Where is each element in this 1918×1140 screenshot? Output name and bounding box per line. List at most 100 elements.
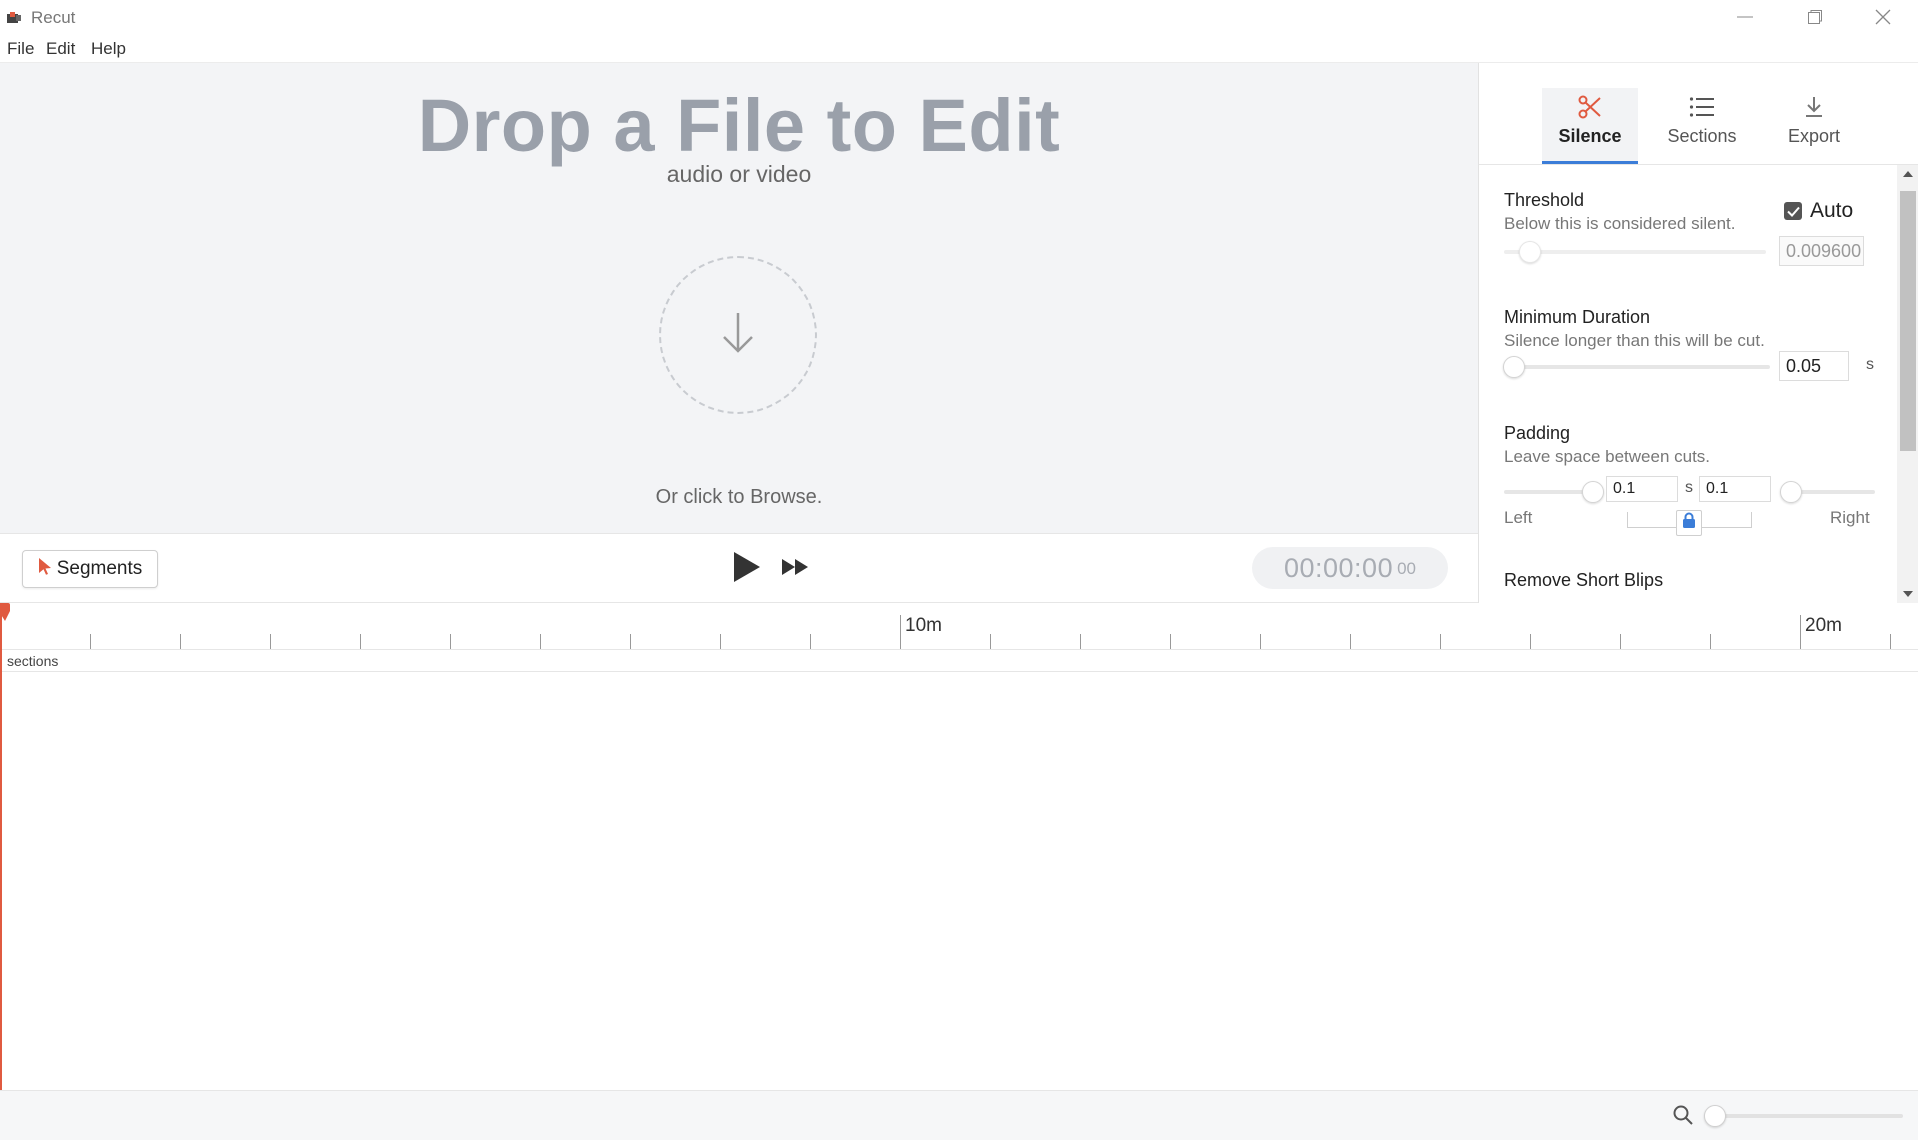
padding-right-input[interactable]: 0.1: [1699, 476, 1771, 502]
tab-export[interactable]: Export: [1766, 88, 1862, 164]
tick-label-10m: 10m: [905, 615, 942, 636]
remove-short-blips-title: Remove Short Blips: [1504, 570, 1664, 590]
scroll-down-icon[interactable]: [1902, 589, 1914, 599]
fast-forward-icon: [781, 558, 809, 581]
scissors-icon: [1577, 90, 1603, 124]
tab-silence[interactable]: Silence: [1542, 88, 1638, 164]
silence-settings: Threshold Below this is considered silen…: [1479, 165, 1897, 603]
timecode-value: 00:00:00: [1283, 552, 1394, 583]
scroll-up-icon[interactable]: [1902, 169, 1914, 179]
ruler-tick: [810, 634, 811, 649]
tab-export-label: Export: [1787, 126, 1841, 146]
threshold-input[interactable]: 0.009600: [1779, 236, 1864, 266]
ruler-tick: [1890, 634, 1891, 649]
segments-button[interactable]: Segments: [22, 550, 158, 588]
ruler-tick: [450, 634, 451, 649]
ruler-major-tick: [900, 615, 901, 649]
drop-zone[interactable]: Drop a File to Edit audio or video Or cl…: [0, 63, 1478, 533]
drop-subtitle: audio or video: [666, 161, 812, 187]
padding-left-input[interactable]: 0.1: [1606, 476, 1678, 502]
zoom-slider[interactable]: [1713, 1114, 1903, 1118]
zoom-bar: [0, 1090, 1918, 1140]
padding-left-slider-knob[interactable]: [1582, 481, 1604, 503]
zoom-slider-knob[interactable]: [1704, 1105, 1726, 1127]
timeline[interactable]: 10m 20m sections: [0, 603, 1918, 1090]
min-duration-slider[interactable]: [1504, 365, 1770, 369]
ruler-major-tick: [1800, 615, 1801, 649]
transport-bar: Segments 00:00:00 00: [0, 533, 1478, 603]
recut-logo-icon: [7, 11, 21, 23]
timeline-ruler[interactable]: 10m 20m: [0, 603, 1918, 650]
menu-file[interactable]: File: [7, 39, 34, 59]
title-bar: Recut: [0, 0, 1918, 34]
sections-track-label: sections: [7, 653, 59, 669]
ruler-tick: [1350, 634, 1351, 649]
timecode-display: 00:00:00 00: [1252, 547, 1448, 589]
threshold-title: Threshold: [1504, 190, 1585, 210]
ruler-tick: [1440, 634, 1441, 649]
threshold-slider-knob[interactable]: [1519, 241, 1541, 263]
minimize-icon: [1737, 16, 1753, 18]
ruler-tick: [1260, 634, 1261, 649]
app-title: Recut: [31, 8, 76, 27]
ruler-tick: [1530, 634, 1531, 649]
threshold-slider[interactable]: [1504, 250, 1766, 254]
threshold-desc: Below this is considered silent.: [1504, 214, 1736, 233]
ruler-tick: [360, 634, 361, 649]
padding-unit: s: [1685, 479, 1693, 496]
padding-right-label: Right: [1830, 508, 1870, 527]
ruler-tick: [630, 634, 631, 649]
auto-checkbox[interactable]: [1784, 202, 1802, 220]
menu-help[interactable]: Help: [91, 39, 126, 59]
tab-sections[interactable]: Sections: [1654, 88, 1750, 164]
sections-track[interactable]: sections: [0, 650, 1918, 672]
list-icon: [1689, 90, 1715, 124]
tab-sections-label: Sections: [1667, 126, 1737, 146]
drop-target-circle[interactable]: [659, 256, 817, 414]
close-icon: [1875, 9, 1891, 25]
min-duration-desc: Silence longer than this will be cut.: [1504, 331, 1765, 350]
ruler-tick: [720, 634, 721, 649]
menu-edit[interactable]: Edit: [46, 39, 75, 59]
ruler-tick: [1080, 634, 1081, 649]
tick-label-20m: 20m: [1805, 615, 1842, 636]
padding-left-label: Left: [1504, 508, 1533, 527]
min-duration-slider-knob[interactable]: [1503, 356, 1525, 378]
lock-icon: [1682, 512, 1696, 534]
segments-label: Segments: [56, 558, 143, 579]
min-duration-title: Minimum Duration: [1504, 307, 1651, 327]
restore-button[interactable]: [1780, 0, 1850, 34]
play-icon: [733, 551, 761, 588]
close-button[interactable]: [1848, 0, 1918, 34]
play-button[interactable]: [730, 551, 764, 587]
playhead[interactable]: [0, 603, 2, 1090]
ruler-tick: [1620, 634, 1621, 649]
arrow-down-icon: [718, 309, 758, 362]
padding-title: Padding: [1504, 423, 1571, 443]
settings-panel: Silence Sections Export Threshold Below …: [1478, 63, 1918, 603]
restore-icon: [1807, 9, 1823, 25]
min-duration-input[interactable]: 0.05: [1779, 351, 1849, 381]
timecode-frames: 00: [1397, 559, 1417, 578]
padding-lock-button[interactable]: [1676, 510, 1702, 536]
ruler-tick: [1710, 634, 1711, 649]
magnifier-icon: [1672, 1104, 1694, 1131]
fast-forward-button[interactable]: [778, 556, 812, 582]
ruler-tick: [180, 634, 181, 649]
settings-scrollbar[interactable]: [1897, 165, 1918, 603]
menu-bar: File Edit Help: [0, 34, 1918, 63]
panel-tabs: Silence Sections Export: [1479, 63, 1918, 165]
drop-title: Drop a File to Edit: [417, 84, 1061, 167]
ruler-tick: [90, 634, 91, 649]
ruler-tick: [1170, 634, 1171, 649]
minimize-button[interactable]: [1710, 0, 1780, 34]
padding-desc: Leave space between cuts.: [1504, 447, 1711, 466]
scrollbar-thumb[interactable]: [1900, 191, 1916, 451]
min-duration-unit: s: [1866, 356, 1874, 373]
browse-link[interactable]: Or click to Browse.: [0, 486, 1478, 509]
ruler-tick: [990, 634, 991, 649]
padding-right-slider-knob[interactable]: [1780, 481, 1802, 503]
ruler-tick: [270, 634, 271, 649]
cursor-arrow-icon: [38, 557, 52, 581]
tab-silence-label: Silence: [1558, 126, 1622, 146]
